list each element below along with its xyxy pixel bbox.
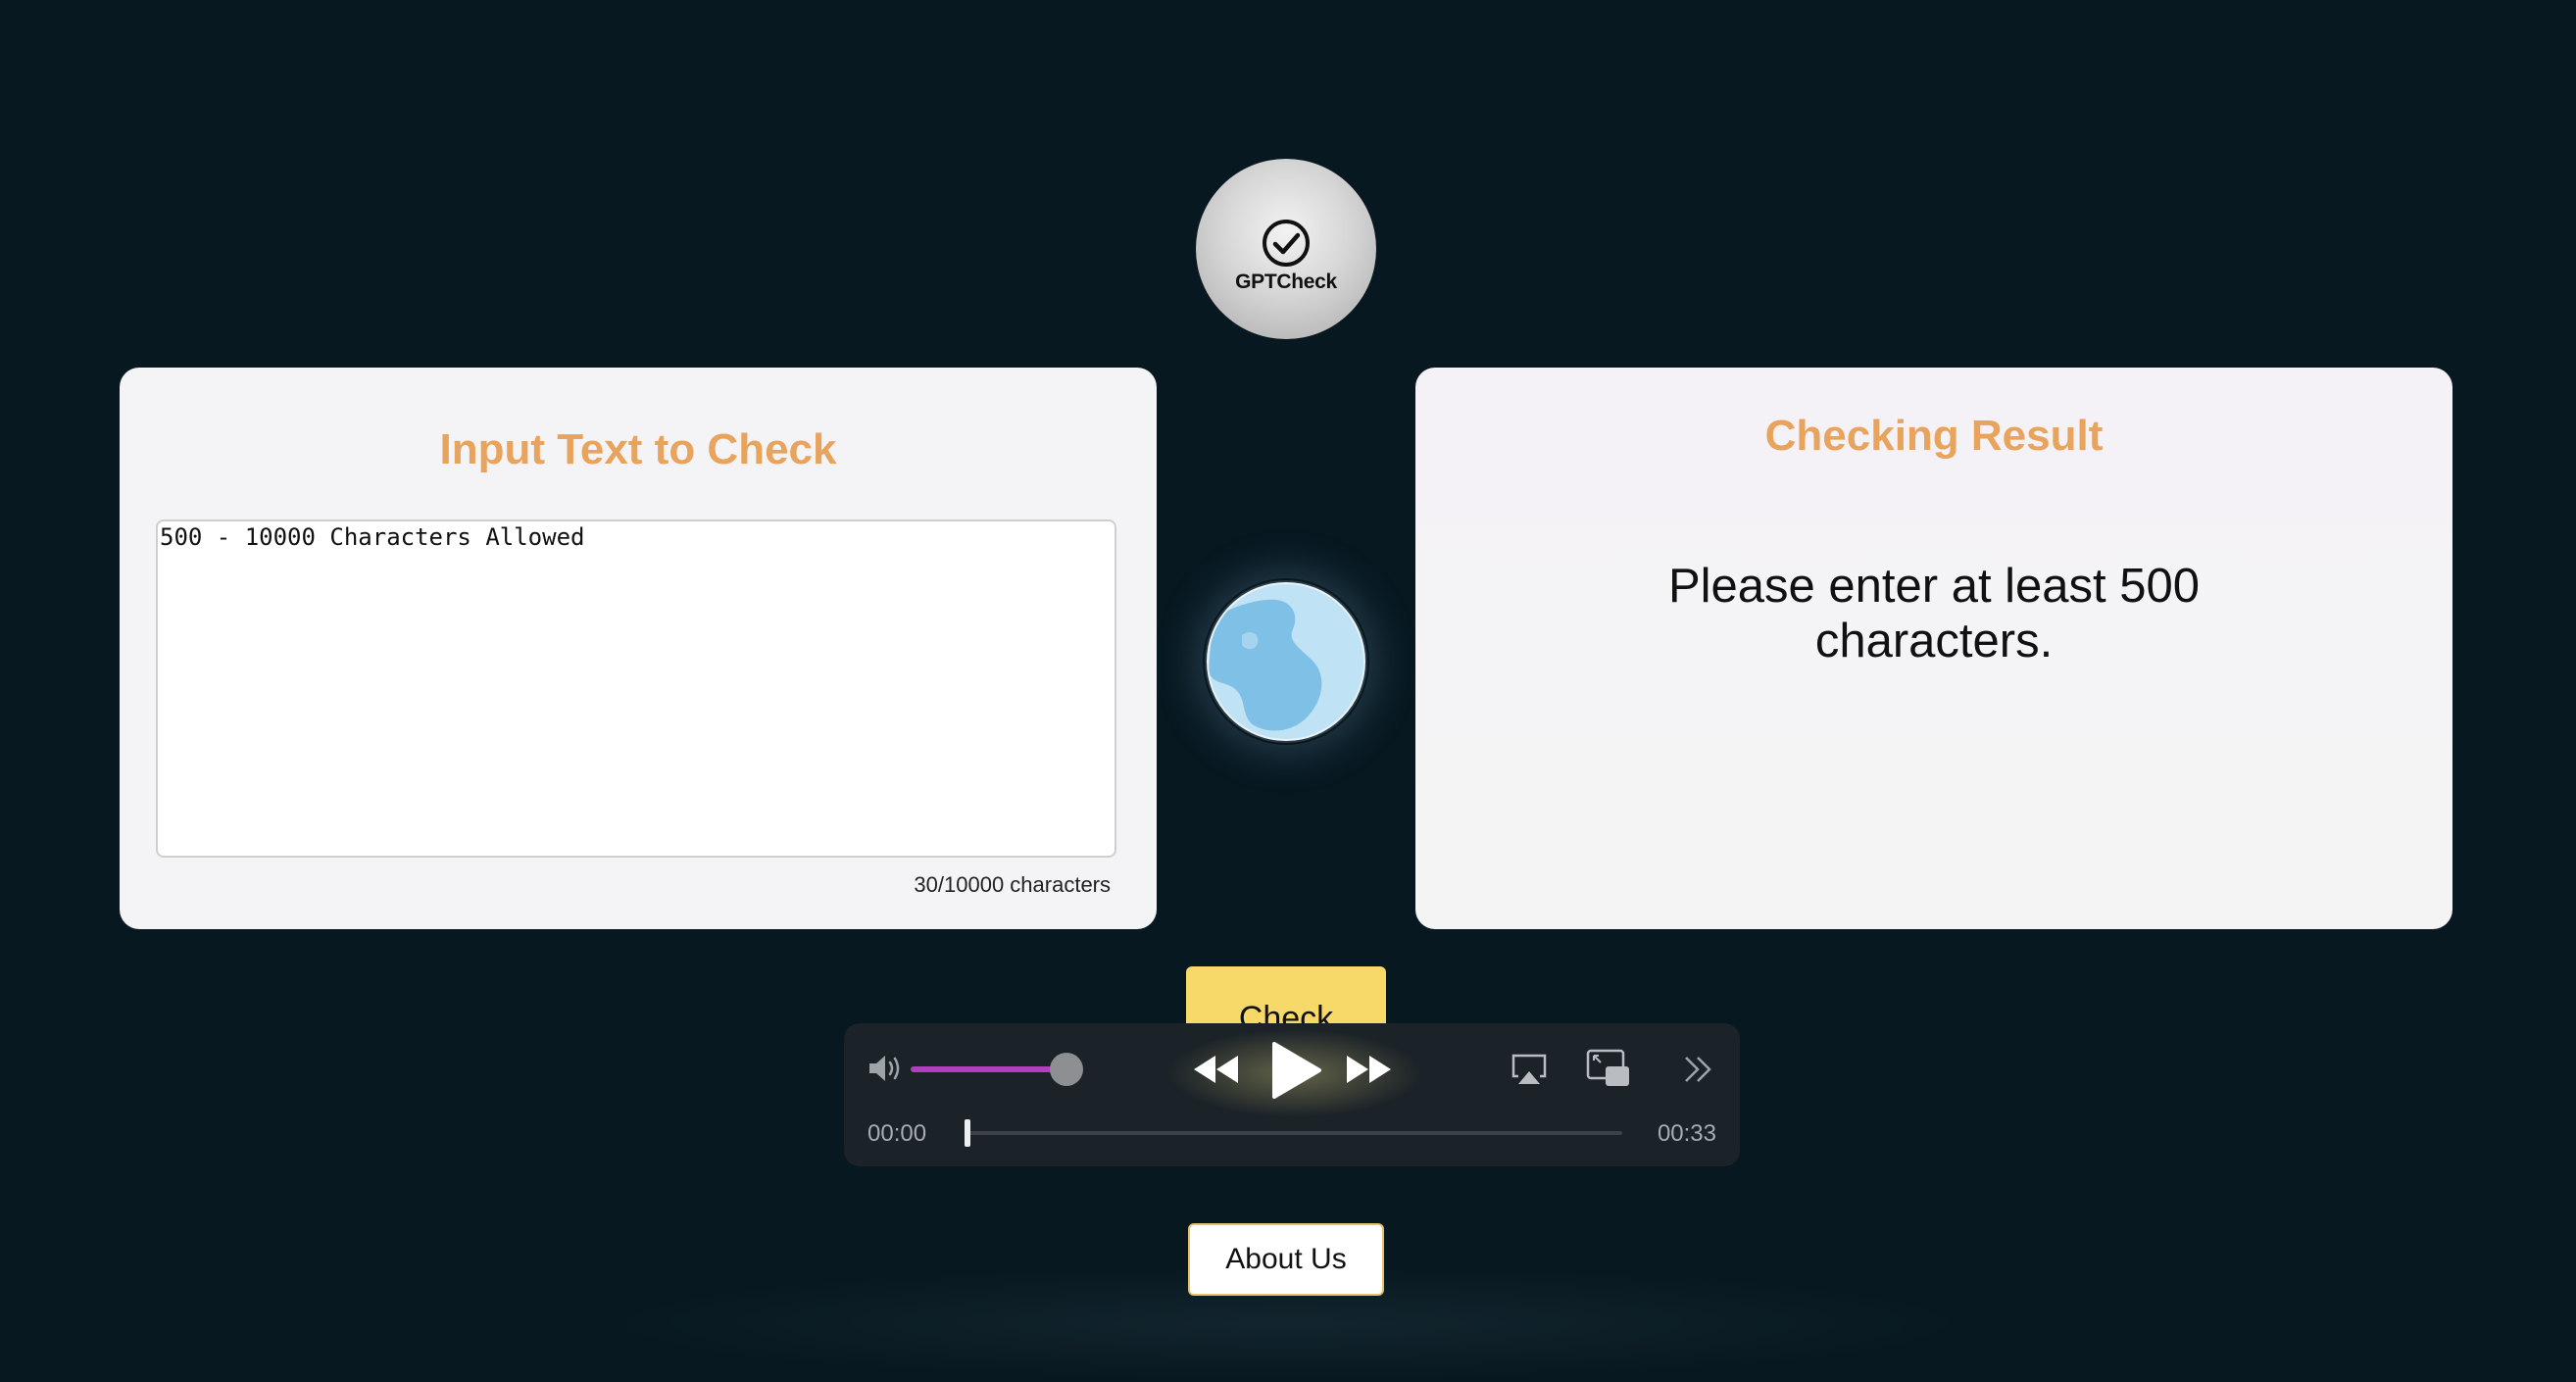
text-input[interactable] <box>156 519 1116 858</box>
duration: 00:33 <box>1657 1120 1716 1147</box>
character-count: 30/10000 characters <box>914 872 1111 897</box>
picture-in-picture-icon[interactable] <box>1586 1049 1631 1088</box>
current-time: 00:00 <box>867 1120 927 1147</box>
volume-slider-track[interactable] <box>911 1066 1065 1072</box>
input-panel: Input Text to Check 30/10000 characters <box>120 368 1157 929</box>
seek-thumb[interactable] <box>965 1119 970 1147</box>
fast-forward-icon[interactable] <box>1344 1053 1393 1086</box>
media-player: 00:00 00:33 <box>844 1023 1740 1166</box>
input-panel-title: Input Text to Check <box>439 425 837 473</box>
gptcheck-logo: GPTCheck <box>1196 159 1376 339</box>
rewind-icon[interactable] <box>1192 1053 1241 1086</box>
volume-slider-knob[interactable] <box>1050 1053 1083 1086</box>
more-icon[interactable] <box>1682 1053 1715 1086</box>
check-circle-icon <box>1263 220 1310 267</box>
play-icon[interactable] <box>1268 1041 1323 1100</box>
about-us-button[interactable]: About Us <box>1188 1223 1384 1296</box>
globe-icon <box>1203 578 1369 745</box>
seek-bar[interactable] <box>967 1131 1622 1135</box>
logo-text: GPTCheck <box>1235 271 1337 293</box>
result-panel-title: Checking Result <box>1764 412 2104 460</box>
volume-icon[interactable] <box>867 1052 903 1085</box>
result-message: Please enter at least 500 characters. <box>1667 560 2201 667</box>
airplay-icon[interactable] <box>1511 1053 1548 1086</box>
result-panel: Checking Result Please enter at least 50… <box>1415 368 2452 929</box>
